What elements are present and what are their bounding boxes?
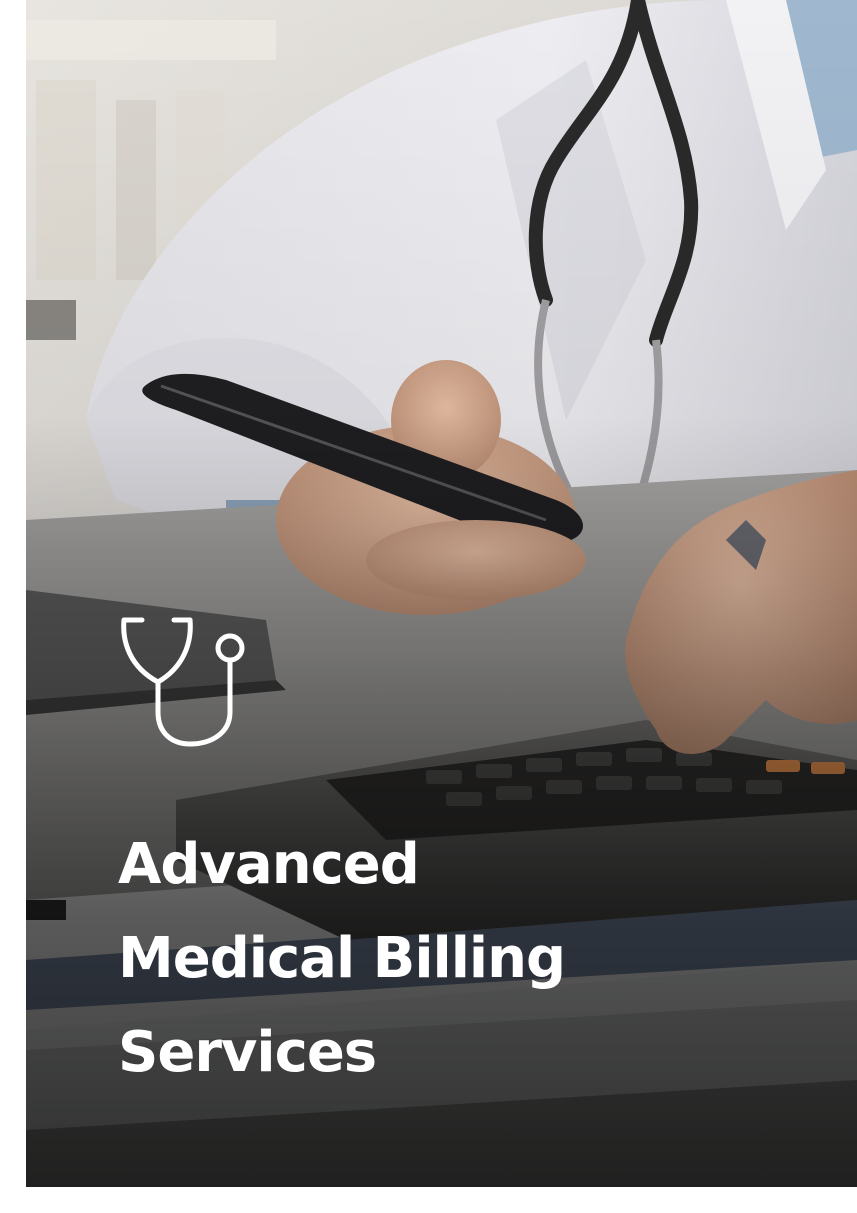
service-card[interactable]: Advanced Medical Billing Services xyxy=(26,0,857,1187)
title-line-2: Medical Billing xyxy=(118,926,566,991)
card-title: Advanced Medical Billing Services xyxy=(118,818,818,1100)
title-line-3: Services xyxy=(118,1020,377,1085)
stethoscope-icon xyxy=(118,612,248,752)
title-line-1: Advanced xyxy=(118,832,420,897)
